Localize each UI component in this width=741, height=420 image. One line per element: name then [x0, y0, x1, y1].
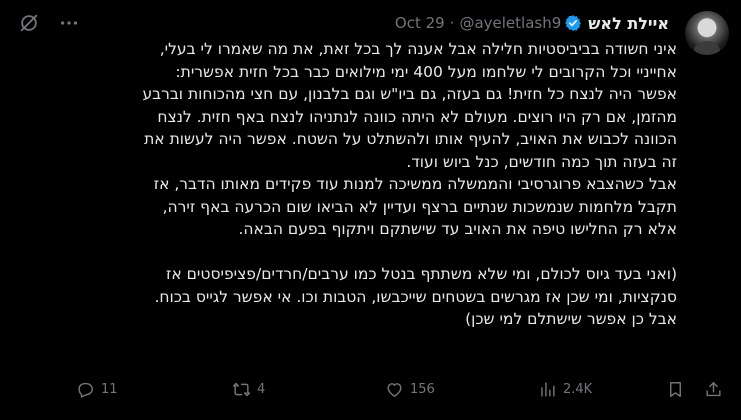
- tweet-line: סנקציות, ומי שכן אז מגרשים בשטחים שייכבש…: [154, 287, 677, 306]
- tweet-line: אבל כן אפשר שישתלם למי שכן): [465, 310, 677, 328]
- reply-button[interactable]: 11: [76, 380, 118, 399]
- tweet-line: אלא רק החלישו טיפה את האויב עד שישתקם וי…: [238, 220, 678, 238]
- views-icon: [541, 382, 555, 397]
- tweet-line: מהזמן, אם רק היו רוצים. מעולם לא היתה כו…: [157, 107, 677, 126]
- like-count: 156: [410, 382, 435, 397]
- verified-badge-icon: [565, 15, 582, 31]
- bookmark-button[interactable]: [666, 380, 691, 399]
- tweet-line: זה בעזה תוך כמה חודשים, כנל ביוש ועוד.: [406, 152, 677, 171]
- tweet-line: אבל כשהצבא פרוגרסיבי והממשלה ממשיכה למנו…: [153, 175, 677, 193]
- action-bar: 11 4 156 2.4K: [64, 380, 728, 404]
- like-button[interactable]: 156: [385, 380, 435, 399]
- tweet-line: הכוונה לכבוש את האויב, להעיף אותו ולהשתל…: [144, 130, 677, 148]
- tweet-line: איני חשודה בביביסטיות חלילה אבל אענה לך …: [159, 40, 677, 58]
- repost-icon: [232, 382, 251, 397]
- tweet[interactable]: Oct 29 · @ayeletlash9 איילת לאש איני חשו…: [0, 0, 741, 420]
- views-button[interactable]: 2.4K: [538, 380, 592, 399]
- author-handle[interactable]: @ayeletlash9: [459, 14, 561, 32]
- tweet-line: אפשר היה לנצח כל חזית! גם בעזה, גם ביו"ש…: [142, 85, 677, 103]
- views-count: 2.4K: [563, 382, 593, 397]
- author-display-name[interactable]: איילת לאש: [588, 14, 669, 33]
- reply-count: 11: [101, 382, 118, 397]
- heart-icon: [387, 383, 402, 397]
- more-icon[interactable]: [58, 12, 80, 34]
- share-button[interactable]: [704, 380, 729, 399]
- bookmark-icon: [670, 382, 681, 397]
- tweet-line: אחייניי וכל הקרובים לי שלחמו מעל 400 ימי…: [175, 62, 677, 81]
- avatar[interactable]: [685, 11, 729, 55]
- avatar-figure: [694, 41, 720, 55]
- grok-icon[interactable]: [18, 12, 40, 34]
- repost-count: 4: [257, 382, 266, 397]
- separator-dot: ·: [449, 14, 455, 32]
- tweet-line: תקבל מלחמות שנמשכות שנתיים ברצף ועדיין ל…: [162, 197, 677, 216]
- tweet-header: Oct 29 · @ayeletlash9 איילת לאש: [395, 10, 669, 36]
- share-icon: [706, 382, 721, 397]
- tweet-line: (ואני בעד גיוס לכולם, ומי שלא משתתף בנטל…: [165, 265, 677, 283]
- reply-icon: [78, 382, 93, 398]
- tweet-text: איני חשודה בביביסטיות חלילה אבל אענה לך …: [13, 38, 677, 331]
- tweet-date[interactable]: Oct 29: [395, 14, 445, 32]
- repost-button[interactable]: 4: [232, 380, 265, 399]
